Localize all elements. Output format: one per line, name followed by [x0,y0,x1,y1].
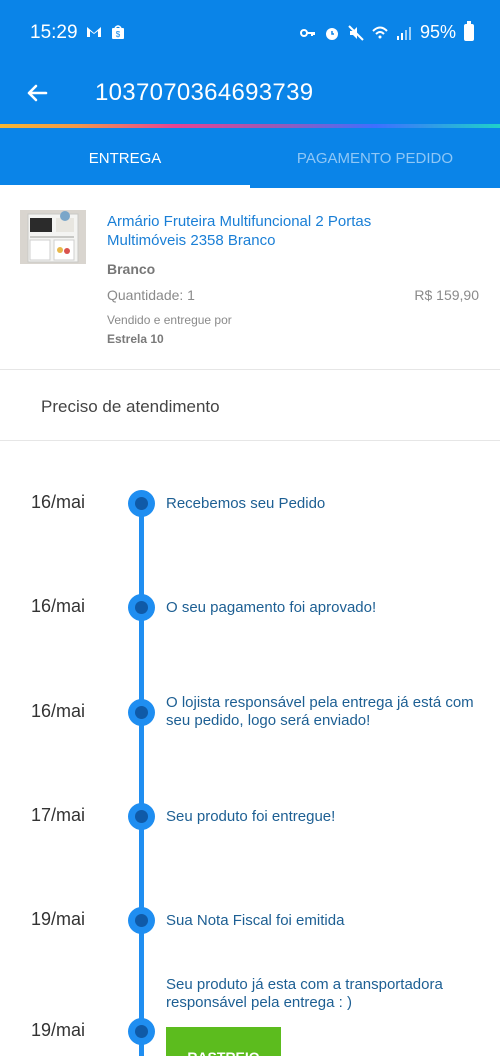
product-variant: Branco [107,261,156,277]
tracking-button[interactable]: RASTREIO [166,1027,281,1056]
gmail-icon [87,27,101,37]
help-row[interactable]: Preciso de atendimento [0,371,500,441]
battery-percent: 95% [419,22,456,42]
timeline-date: 16/mai [31,701,86,721]
timeline-date: 16/mai [31,596,86,616]
timeline-dot [128,907,155,934]
order-number-title: 1037070364693739 [95,79,314,106]
tab-pagamento-pedido[interactable]: PAGAMENTO PEDIDO [250,128,500,188]
status-bar: 15:29 $ 95% [0,0,500,66]
product-card: Armário Fruteira Multifuncional 2 Portas… [0,188,500,370]
shopping-bag-icon: $ [112,25,124,39]
timeline-dot [128,594,155,621]
status-time: 15:29 [30,22,78,43]
cabinet-image [20,210,86,264]
app-bar: 1037070364693739 [0,66,500,124]
help-label: Preciso de atendimento [41,397,220,416]
seller-name: Estrela 10 [107,332,164,346]
timeline-dot [128,490,155,517]
timeline-date: 19/mai [31,909,86,929]
timeline-date: 16/mai [31,492,86,512]
timeline-event: O seu pagamento foi aprovado! [166,599,377,616]
timeline-event: Recebemos seu Pedido [166,495,326,512]
battery-icon [464,21,474,41]
product-price: R$ 159,90 [414,287,479,303]
delivery-timeline: 16/mai Recebemos seu Pedido 16/mai O seu… [0,441,500,1056]
tab-entrega[interactable]: ENTREGA [0,128,250,188]
timeline-dot [128,699,155,726]
notification-icons: $ [86,24,126,40]
product-thumbnail[interactable] [20,210,86,264]
product-quantity: Quantidade: 1 [107,287,195,303]
seller-label: Vendido e entregue por [107,313,232,327]
timeline-line [139,503,144,1056]
timeline-event: Sua Nota Fiscal foi emitida [166,912,345,929]
timeline-event: O lojista responsável pela entrega já es… [166,694,474,729]
product-name-link[interactable]: Armário Fruteira Multifuncional 2 Portas… [107,212,437,250]
key-icon [299,28,315,37]
timeline-date: 17/mai [31,805,86,825]
timeline-event: Seu produto foi entregue! [166,808,336,825]
timeline-event: Seu produto já esta com a transportadora… [166,976,443,1011]
timeline-dot [128,1018,155,1045]
mute-icon [348,24,364,41]
timeline-date: 19/mai [31,1020,86,1040]
wifi-icon [372,26,388,38]
timeline-dot [128,803,155,830]
tab-bar: ENTREGA PAGAMENTO PEDIDO [0,128,500,188]
back-arrow-icon[interactable] [22,78,52,108]
svg-text:$: $ [116,30,121,39]
signal-icon [396,26,411,40]
system-icons: 95% [299,21,474,43]
alarm-icon [325,27,338,40]
